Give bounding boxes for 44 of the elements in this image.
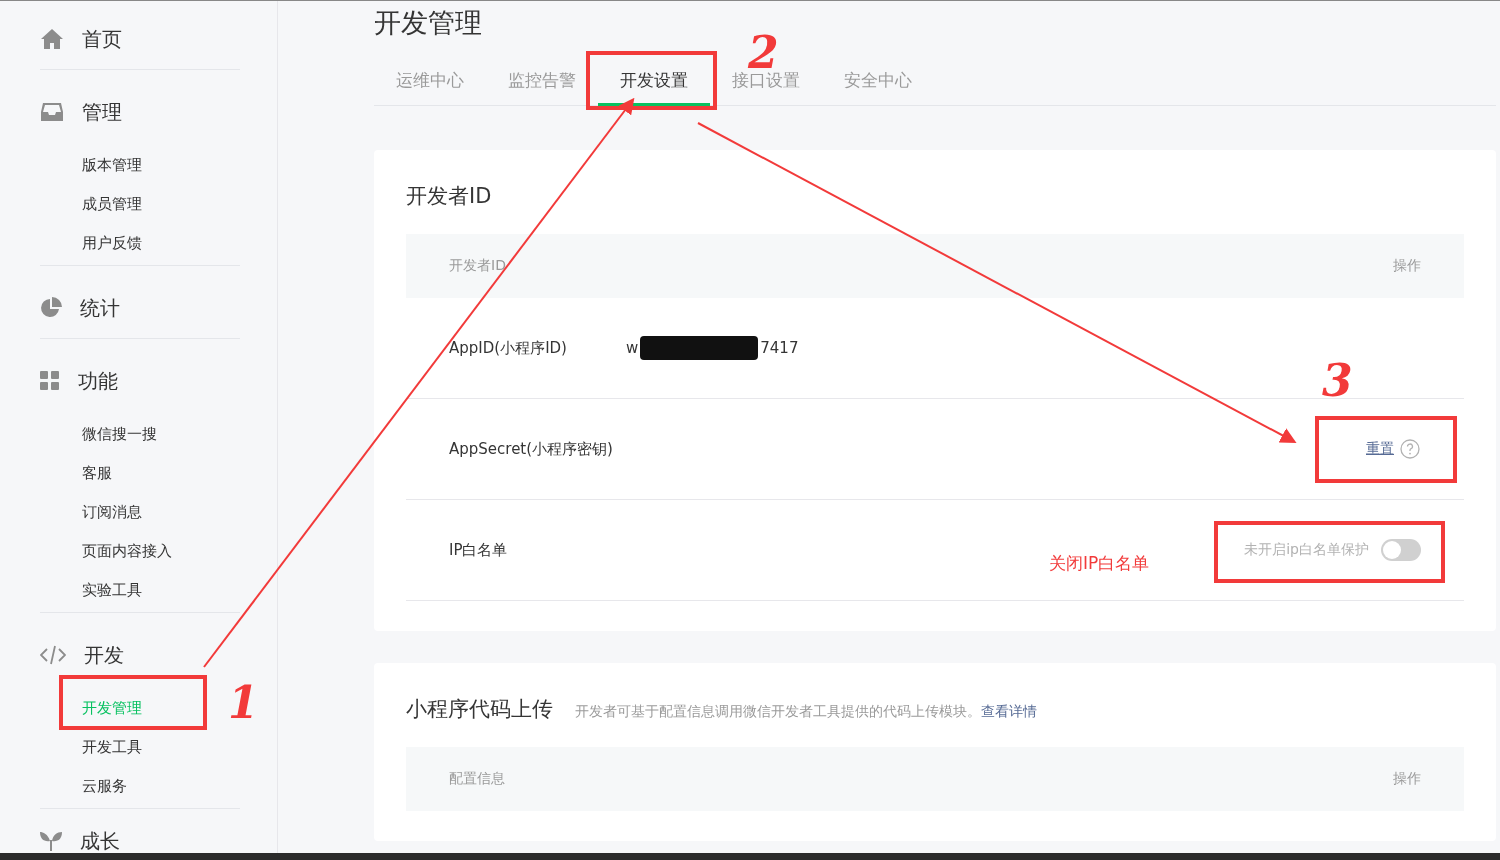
nav-item[interactable]: 实验工具 — [82, 571, 240, 610]
nav-item[interactable]: 订阅消息 — [82, 493, 240, 532]
toggle-switch[interactable] — [1381, 539, 1421, 561]
details-link[interactable]: 查看详情 — [981, 703, 1037, 719]
nav-item[interactable]: 开发工具 — [82, 728, 240, 767]
inbox-icon — [40, 102, 64, 122]
nav-item[interactable]: 云服务 — [82, 767, 240, 806]
nav-section-title[interactable]: 统计 — [80, 294, 120, 322]
app-id-value: w 7417 — [626, 336, 799, 360]
nav-section-title[interactable]: 功能 — [78, 367, 118, 395]
page-title: 开发管理 — [374, 6, 483, 40]
annotation-number: 3 — [1322, 359, 1353, 403]
help-icon[interactable] — [1400, 439, 1420, 459]
nav-item[interactable]: 用户反馈 — [82, 224, 240, 263]
column-header: 配置信息 — [449, 770, 505, 788]
column-header: 操作 — [1393, 257, 1421, 275]
code-icon — [40, 645, 66, 665]
nav-item[interactable]: 客服 — [82, 454, 240, 493]
reset-link[interactable]: 重置 — [1366, 440, 1394, 458]
card-title: 小程序代码上传 — [406, 696, 553, 723]
annotation-number: 1 — [228, 681, 259, 725]
pie-chart-icon — [40, 297, 62, 319]
nav-section-title[interactable]: 首页 — [82, 25, 122, 53]
column-header: 操作 — [1393, 770, 1421, 788]
nav-item[interactable]: 版本管理 — [82, 146, 240, 185]
nav-section-title[interactable]: 开发 — [84, 641, 124, 669]
nav-item[interactable]: 页面内容接入 — [82, 532, 240, 571]
tab[interactable]: 开发设置 — [598, 59, 710, 106]
home-icon — [40, 28, 64, 50]
row-label: AppID(小程序ID) — [449, 338, 568, 358]
card-title: 开发者ID — [406, 183, 492, 210]
nav-item[interactable]: 成员管理 — [82, 185, 240, 224]
switch-label: 未开启ip白名单保护 — [1244, 541, 1369, 559]
annotation-note: 关闭IP白名单 — [1049, 552, 1150, 575]
card-description: 开发者可基于配置信息调用微信开发者工具提供的代码上传模块。查看详情 — [575, 703, 1037, 721]
nav-item[interactable]: 微信搜一搜 — [82, 415, 240, 454]
grid-icon — [40, 371, 60, 391]
column-header: 开发者ID — [449, 257, 506, 275]
sprout-icon — [40, 831, 62, 851]
row-label: IP白名单 — [449, 540, 509, 560]
scrollbar[interactable] — [0, 853, 1500, 860]
nav-section-title[interactable]: 管理 — [82, 98, 122, 126]
row-label: AppSecret(小程序密钥) — [449, 439, 614, 459]
nav-section-title[interactable]: 成长 — [80, 827, 120, 855]
